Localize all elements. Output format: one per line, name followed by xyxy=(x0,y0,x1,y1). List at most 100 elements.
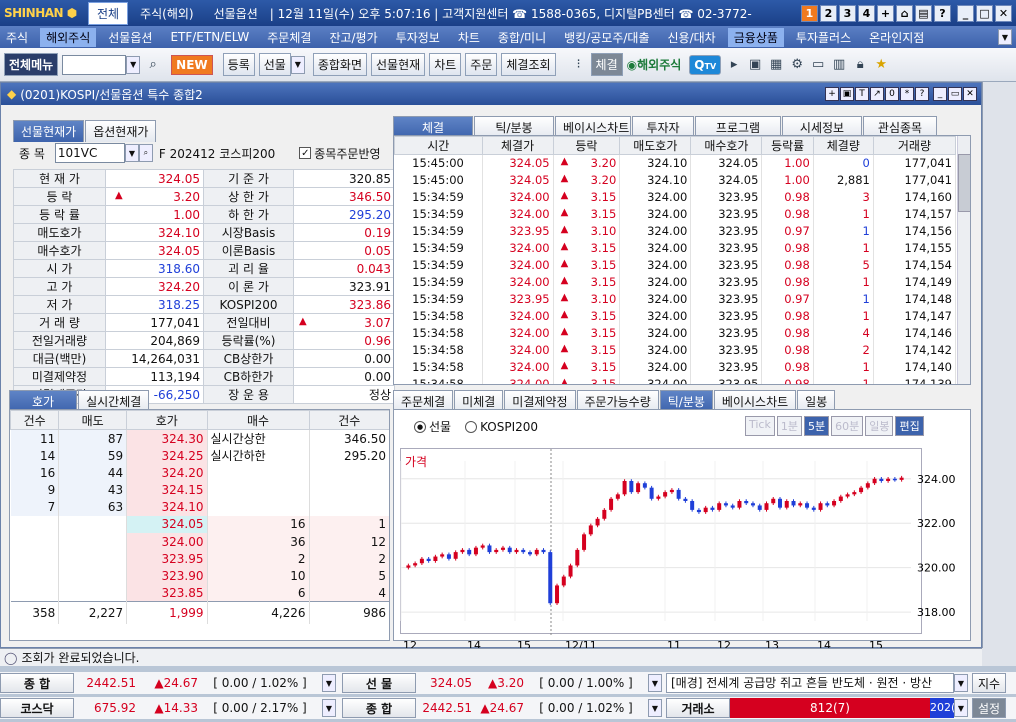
trade-col-header[interactable]: 등락률 xyxy=(761,136,814,155)
screen-number-input[interactable] xyxy=(62,54,127,75)
trade-col-header[interactable]: 등락 xyxy=(552,136,621,155)
minimize-icon[interactable]: _ xyxy=(957,4,974,22)
table-row[interactable]: 15:34:58 324.00 ▲ 3.15 324.00 323.95 0.98 4 174,… xyxy=(394,324,957,342)
bid-price[interactable]: 323.95 xyxy=(126,550,208,568)
exec-button[interactable]: 체결 xyxy=(590,53,623,76)
menu-item-12[interactable]: 투자플러스 xyxy=(790,28,857,47)
ask-row[interactable]: 7 63 324.10 xyxy=(10,498,389,516)
menu-item-3[interactable]: ETF/ETN/ELW xyxy=(164,29,255,45)
bid-row[interactable]: 324.05 16 1 xyxy=(10,515,389,533)
screen-1-button[interactable]: 1 xyxy=(801,4,818,22)
tv-button[interactable]: QTV xyxy=(689,54,722,75)
news-dropdown-icon[interactable]: ▼ xyxy=(954,674,968,692)
ask-row[interactable]: 14 59 324.25 실시간하한 295.20 xyxy=(10,447,389,465)
restore-icon[interactable]: ▭ xyxy=(948,87,962,101)
exchange-dropdown-icon[interactable]: ▼ xyxy=(954,699,968,717)
home-icon[interactable]: ⌂ xyxy=(896,4,913,22)
gear-icon[interactable]: ⚙ xyxy=(788,56,806,74)
period-button-1[interactable]: 1분 xyxy=(776,416,802,436)
trade-scrollbar[interactable] xyxy=(957,136,970,384)
table-row[interactable]: 15:34:58 324.00 ▲ 3.15 324.00 323.95 0.98 1 174,… xyxy=(394,358,957,376)
exec-query-button[interactable]: 체결조회 xyxy=(501,53,556,76)
ask-price[interactable]: 324.20 xyxy=(126,464,208,482)
bid-row[interactable]: 323.95 2 2 xyxy=(10,550,389,568)
table-row[interactable]: 15:34:59 323.95 ▲ 3.10 324.00 323.95 0.97 1 174,… xyxy=(394,222,957,240)
all-menu-button[interactable]: 전체메뉴 xyxy=(4,53,59,76)
minimize-icon[interactable]: _ xyxy=(933,87,947,101)
ask-price[interactable]: 324.10 xyxy=(126,498,208,516)
bid-row[interactable]: 323.90 10 5 xyxy=(10,567,389,585)
tab-overseas[interactable]: 주식(해외) xyxy=(132,3,202,24)
table-row[interactable]: 15:34:59 323.95 ▲ 3.10 324.00 323.95 0.97 1 174,… xyxy=(394,290,957,308)
kospi200-radio[interactable] xyxy=(465,420,478,433)
trade-col-header[interactable]: 체결량 xyxy=(812,136,874,155)
bid-price[interactable]: 323.85 xyxy=(126,584,208,602)
table-row[interactable]: 15:34:59 324.00 ▲ 3.15 324.00 323.95 0.98 3 174,… xyxy=(394,188,957,206)
period-button-3[interactable]: 60분 xyxy=(831,416,864,436)
zero-icon[interactable]: 0 xyxy=(885,87,899,101)
futures-radio[interactable]: ● xyxy=(414,420,426,433)
trade-col-header[interactable]: 거래량 xyxy=(872,136,957,155)
close-icon[interactable]: ✕ xyxy=(963,87,977,101)
arrow-right-icon[interactable]: ▸ xyxy=(725,56,743,74)
link-icon[interactable]: ▣ xyxy=(840,87,854,101)
screen-3-button[interactable]: 3 xyxy=(839,4,856,22)
bid-row[interactable]: 324.00 36 12 xyxy=(10,532,389,551)
ask-price[interactable]: 324.15 xyxy=(126,481,208,499)
trade-col-header[interactable]: 시간 xyxy=(394,136,483,155)
code-input[interactable]: 101VC xyxy=(54,143,125,163)
new-button[interactable]: NEW xyxy=(171,54,213,75)
register-button[interactable]: 등록 xyxy=(222,53,255,76)
ask-row[interactable]: 11 87 324.30 실시간상한 346.50 xyxy=(10,429,389,447)
ticker2-dropdown-icon[interactable]: ▼ xyxy=(648,674,662,692)
menu-item-9[interactable]: 뱅킹/공모주/대출 xyxy=(558,28,655,47)
table-row[interactable]: 15:45:00 324.05 ▲ 3.20 324.10 324.05 1.00 0 177,… xyxy=(394,154,957,172)
star-icon[interactable]: ★ xyxy=(872,56,890,74)
tab-futures[interactable]: 선물옵션 xyxy=(206,3,266,24)
maximize-icon[interactable]: □ xyxy=(976,4,993,22)
screen-4-button[interactable]: 4 xyxy=(858,4,875,22)
settings-button[interactable]: 설정 xyxy=(972,698,1006,718)
trade-col-header[interactable]: 매도호가 xyxy=(619,136,692,155)
menu-item-1[interactable]: 해외주식 xyxy=(40,27,97,47)
order-button[interactable]: 주문 xyxy=(465,53,498,76)
search-icon[interactable]: ⌕ xyxy=(144,56,162,74)
print-icon[interactable]: ▤ xyxy=(915,4,932,22)
overseas-stock-button[interactable]: ◉ 해외주식 xyxy=(627,56,682,73)
index-button[interactable]: 지수 xyxy=(972,673,1006,693)
menu-item-7[interactable]: 차트 xyxy=(452,28,486,47)
t-icon[interactable]: T xyxy=(855,87,869,101)
ticker3-dropdown-icon[interactable]: ▼ xyxy=(322,699,336,717)
calculator-icon[interactable]: ▦ xyxy=(767,56,785,74)
ask-price[interactable]: 324.25 xyxy=(126,447,208,465)
tab-all[interactable]: 전체 xyxy=(88,1,129,25)
help-icon[interactable]: ? xyxy=(915,87,929,101)
period-button-4[interactable]: 일봉 xyxy=(865,416,894,436)
table-row[interactable]: 15:34:58 324.00 ▲ 3.15 324.00 323.95 0.98 2 174,… xyxy=(394,341,957,359)
pin-icon[interactable]: ↗ xyxy=(870,87,884,101)
ask-row[interactable]: 9 43 324.15 xyxy=(10,481,389,499)
bid-price[interactable]: 323.90 xyxy=(126,567,208,585)
code-search-icon[interactable]: ⌕ xyxy=(138,144,153,162)
table-row[interactable]: 15:34:58 324.00 ▲ 3.15 324.00 323.95 0.98 1 174,… xyxy=(394,307,957,325)
screen-dropdown-icon[interactable]: ▼ xyxy=(126,55,141,74)
code-dropdown-icon[interactable]: ▼ xyxy=(124,144,139,162)
table-row[interactable]: 15:34:59 324.00 ▲ 3.15 324.00 323.95 0.98 1 174,… xyxy=(394,205,957,223)
table-row[interactable]: 15:34:59 324.00 ▲ 3.15 324.00 323.95 0.98 5 174,… xyxy=(394,256,957,274)
menu-item-2[interactable]: 선물옵션 xyxy=(102,28,158,47)
bid-price[interactable]: 324.05 xyxy=(126,515,208,533)
layout-icon[interactable]: ▥ xyxy=(830,56,848,74)
ask-row[interactable]: 16 44 324.20 xyxy=(10,464,389,482)
bid-price[interactable]: 324.00 xyxy=(126,532,208,551)
futures-select[interactable]: 선물 xyxy=(258,53,291,76)
select-dropdown-icon[interactable]: ▼ xyxy=(290,55,305,74)
asterisk-icon[interactable]: * xyxy=(900,87,914,101)
menu-scroll-icon[interactable]: ▼ xyxy=(998,29,1012,45)
table-row[interactable]: 15:34:59 324.00 ▲ 3.15 324.00 323.95 0.98 1 174,… xyxy=(394,239,957,257)
plus-icon[interactable]: + xyxy=(825,87,839,101)
help-icon[interactable]: ? xyxy=(934,4,951,22)
news-ticker[interactable]: [매경] 전세계 공급망 쥐고 흔들 반도체 · 원전 · 방산 xyxy=(666,673,954,693)
window-icon[interactable]: ▭ xyxy=(809,56,827,74)
period-button-0[interactable]: Tick xyxy=(745,416,775,436)
menu-item-8[interactable]: 종합/미니 xyxy=(492,28,552,47)
